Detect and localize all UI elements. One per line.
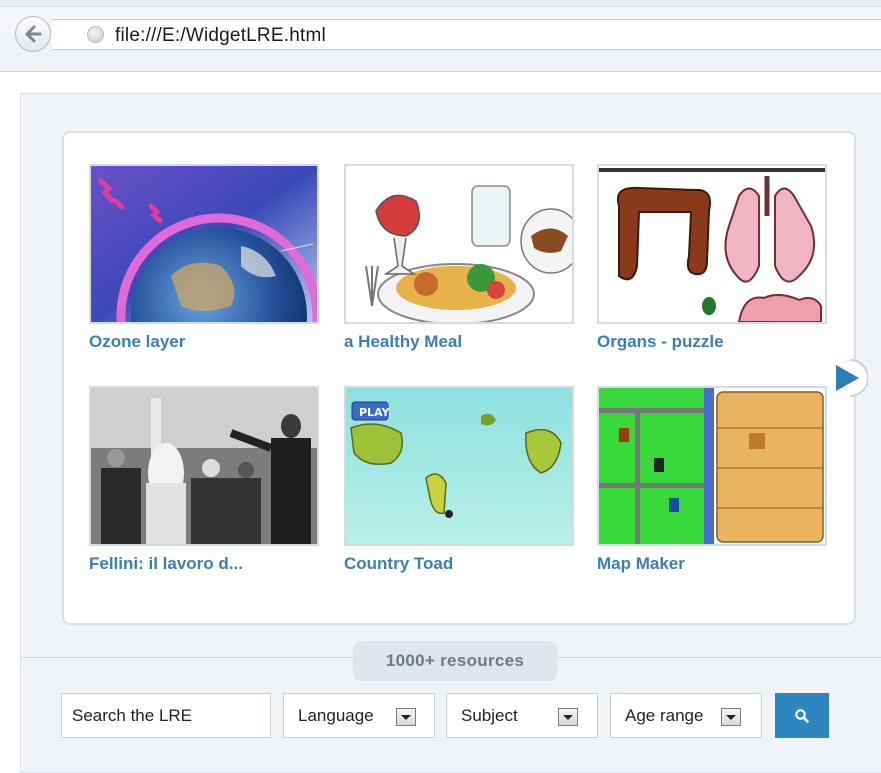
organs-puzzle-illustration — [599, 166, 825, 322]
subject-select-label: Subject — [461, 705, 518, 725]
url-text[interactable]: file:///E:/WidgetLRE.html — [115, 25, 326, 47]
back-arrow-icon — [25, 25, 42, 43]
chevron-down-icon[interactable] — [396, 708, 416, 726]
back-button[interactable] — [15, 16, 51, 52]
resource-title[interactable]: Map Maker — [597, 554, 827, 574]
resource-card[interactable]: a Healthy Meal — [344, 164, 574, 352]
age-range-select[interactable]: Age range — [610, 693, 762, 738]
subject-select[interactable]: Subject — [446, 693, 598, 738]
resource-thumbnail[interactable] — [89, 386, 319, 546]
resource-card[interactable]: Fellini: il lavoro d... — [89, 386, 319, 574]
globe-icon — [87, 26, 104, 43]
black-white-film-still — [91, 388, 317, 544]
search-input[interactable] — [61, 693, 271, 738]
country-toad-game-screen: PLAY — [346, 388, 572, 544]
search-button[interactable] — [775, 693, 829, 738]
chevron-down-icon[interactable] — [721, 708, 741, 726]
resource-card[interactable]: Ozone layer — [89, 164, 319, 352]
svg-text:PLAY: PLAY — [359, 406, 391, 419]
chevron-down-icon[interactable] — [558, 708, 578, 726]
age-range-select-label: Age range — [625, 705, 704, 725]
resource-card[interactable]: Organs - puzzle — [597, 164, 827, 352]
resource-thumbnail[interactable]: PLAY — [344, 386, 574, 546]
resource-thumbnail[interactable] — [344, 164, 574, 324]
resource-title[interactable]: Ozone layer — [89, 332, 319, 352]
resource-thumbnail[interactable] — [89, 164, 319, 324]
search-icon — [795, 708, 809, 723]
resource-title[interactable]: Fellini: il lavoro d... — [89, 554, 319, 574]
healthy-meal-illustration — [346, 166, 572, 322]
earth-ozone-illustration — [91, 166, 317, 322]
resource-count-badge: 1000+ resources — [353, 641, 557, 681]
resource-title[interactable]: a Healthy Meal — [344, 332, 574, 352]
resource-title[interactable]: Country Toad — [344, 554, 574, 574]
map-maker-game-screen — [599, 388, 825, 544]
resource-title[interactable]: Organs - puzzle — [597, 332, 827, 352]
language-select-label: Language — [298, 705, 374, 725]
resource-card[interactable]: PLAY Country Toad — [344, 386, 574, 574]
browser-tab-strip — [0, 0, 881, 7]
language-select[interactable]: Language — [283, 693, 435, 738]
resource-card[interactable]: Map Maker — [597, 386, 827, 574]
resource-thumbnail[interactable] — [597, 386, 827, 546]
next-arrow-icon[interactable] — [834, 359, 868, 397]
resource-thumbnail[interactable] — [597, 164, 827, 324]
